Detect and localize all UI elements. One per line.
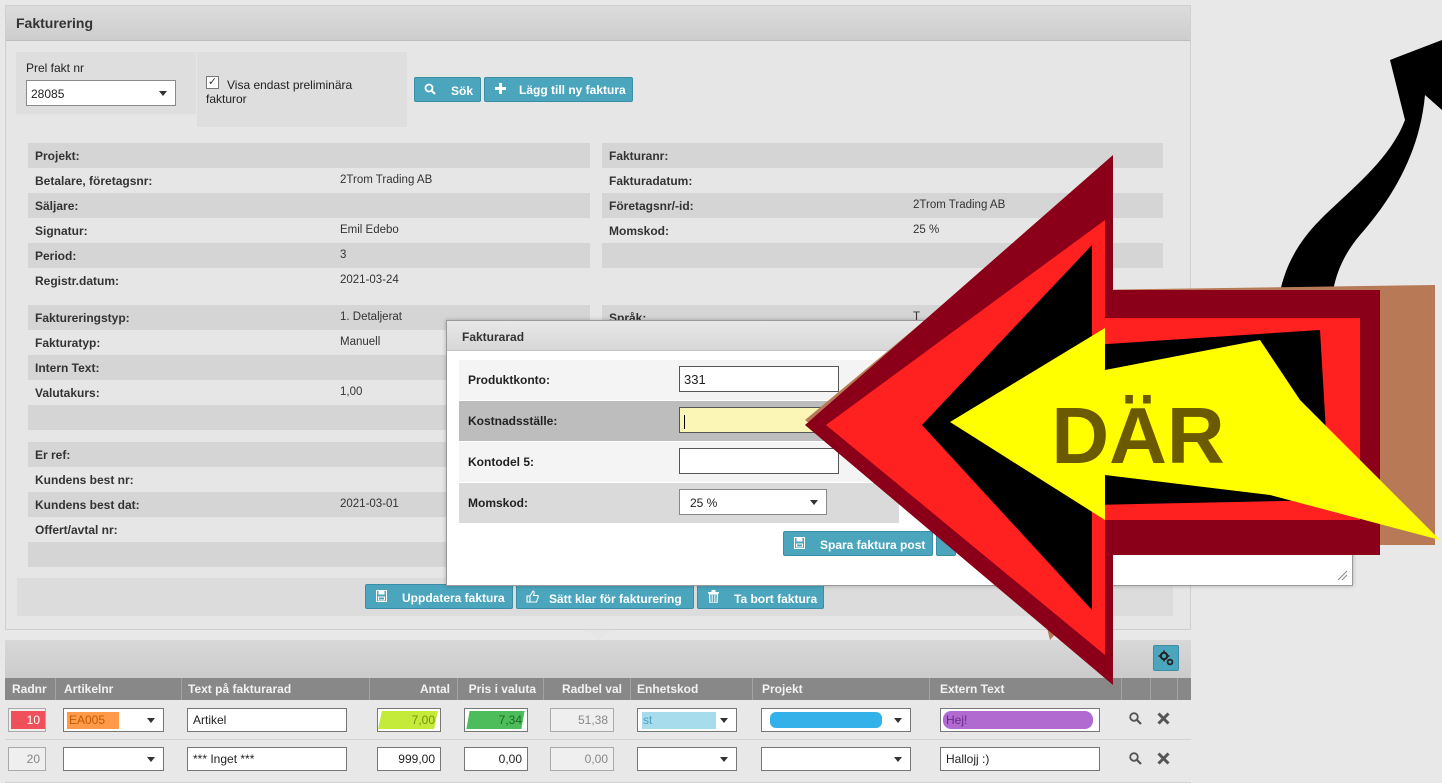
dar-annotation-label: DÄR (1051, 391, 1224, 480)
annotation-overlay: DÄR (805, 40, 1442, 685)
